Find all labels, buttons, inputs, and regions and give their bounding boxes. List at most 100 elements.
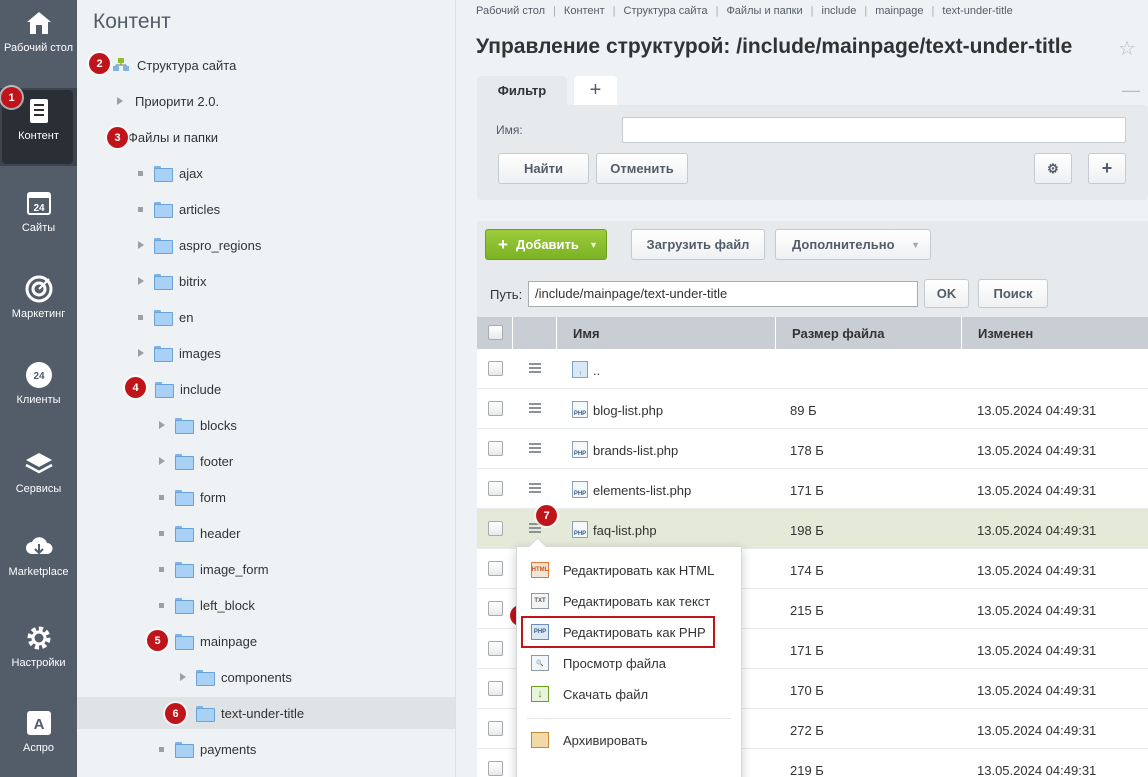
breadcrumb-item[interactable]: include <box>822 5 857 17</box>
breadcrumb-item[interactable]: Контент <box>564 5 605 17</box>
tree-item-bitrix[interactable]: bitrix <box>77 265 455 297</box>
table-row[interactable]: PHP blog-list.php 89 Б 13.05.2024 04:49:… <box>477 389 1148 429</box>
add-filter-tab-plus-icon[interactable]: + <box>574 76 617 105</box>
nav-item-clients[interactable]: 24 Клиенты <box>0 352 77 430</box>
tree-label: Приорити 2.0. <box>135 93 220 109</box>
tree-item-components[interactable]: components <box>77 661 455 693</box>
row-menu-icon[interactable] <box>529 523 541 533</box>
expand-arrow-icon[interactable] <box>138 241 144 249</box>
collapse-filter-minus-icon[interactable]: — <box>1122 80 1140 101</box>
tree-item-en[interactable]: en <box>77 301 455 333</box>
add-button[interactable]: + Добавить ▼ <box>485 229 607 260</box>
tree-item-priority[interactable]: Приорити 2.0. <box>77 85 455 117</box>
nav-item-aspro[interactable]: A Аспро <box>0 700 77 777</box>
row-checkbox[interactable] <box>488 521 503 536</box>
tree-label: ajax <box>179 165 203 181</box>
menu-edit-as-text[interactable]: TXT Редактировать как текст <box>517 587 741 615</box>
header-file-size[interactable]: Размер файла <box>776 317 962 349</box>
menu-edit-as-html[interactable]: HTML Редактировать как HTML <box>517 556 741 584</box>
expand-arrow-icon[interactable] <box>117 97 123 105</box>
expand-arrow-icon[interactable] <box>180 673 186 681</box>
table-row[interactable]: PHP brands-list.php 178 Б 13.05.2024 04:… <box>477 429 1148 469</box>
path-search-button[interactable]: Поиск <box>978 279 1048 308</box>
leaf-dot-icon <box>138 206 143 212</box>
row-checkbox[interactable] <box>488 361 503 376</box>
row-checkbox[interactable] <box>488 481 503 496</box>
tree-item-form[interactable]: form <box>77 481 455 513</box>
file-name[interactable]: blog-list.php <box>593 403 663 418</box>
folder-icon <box>175 418 194 434</box>
tree-item-aspro-regions[interactable]: aspro_regions <box>77 229 455 261</box>
file-name[interactable]: .. <box>593 363 600 378</box>
file-name[interactable]: elements-list.php <box>593 483 691 498</box>
row-menu-icon[interactable] <box>529 443 541 453</box>
tree-item-files-folders[interactable]: Файлы и папки <box>77 121 455 153</box>
tree-item-mainpage[interactable]: mainpage <box>77 625 455 657</box>
row-menu-icon[interactable] <box>529 363 541 373</box>
tree-item-blocks[interactable]: blocks <box>77 409 455 441</box>
path-ok-button[interactable]: OK <box>924 279 969 308</box>
breadcrumb-item[interactable]: Файлы и папки <box>726 5 802 17</box>
filter-name-input[interactable] <box>622 117 1126 143</box>
tree-item-ajax[interactable]: ajax <box>77 157 455 189</box>
file-name[interactable]: brands-list.php <box>593 443 678 458</box>
filter-settings-gear-icon[interactable]: ⚙ <box>1034 153 1072 184</box>
breadcrumb-item[interactable]: Рабочий стол <box>476 5 545 17</box>
row-checkbox[interactable] <box>488 641 503 656</box>
row-checkbox[interactable] <box>488 401 503 416</box>
favorite-star-icon[interactable]: ☆ <box>1118 36 1136 61</box>
step-badge: 5 <box>147 630 168 651</box>
file-size: 219 Б <box>790 763 824 777</box>
nav-item-marketing[interactable]: Маркетинг <box>0 266 77 344</box>
row-checkbox[interactable] <box>488 681 503 696</box>
row-menu-icon[interactable] <box>529 403 541 413</box>
tree-item-text-under-title[interactable]: text-under-title <box>77 697 455 729</box>
tree-label: components <box>221 669 292 685</box>
menu-edit-as-php[interactable]: PHP Редактировать как PHP <box>517 618 741 646</box>
nav-item-desktop[interactable]: Рабочий стол <box>0 0 77 78</box>
row-checkbox[interactable] <box>488 761 503 776</box>
breadcrumb-item[interactable]: text-under-title <box>942 5 1012 17</box>
table-row[interactable]: PHP elements-list.php 171 Б 13.05.2024 0… <box>477 469 1148 509</box>
upload-file-button[interactable]: Загрузить файл <box>631 229 765 260</box>
tree-item-left-block[interactable]: left_block <box>77 589 455 621</box>
menu-archive[interactable]: Архивировать <box>517 726 741 754</box>
tree-item-images[interactable]: images <box>77 337 455 369</box>
tree-item-header[interactable]: header <box>77 517 455 549</box>
header-name[interactable]: Имя <box>557 317 776 349</box>
row-checkbox[interactable] <box>488 721 503 736</box>
cancel-button[interactable]: Отменить <box>596 153 688 184</box>
expand-arrow-icon[interactable] <box>138 349 144 357</box>
nav-label: Аспро <box>22 742 55 754</box>
menu-download-file[interactable]: ↓ Скачать файл <box>517 680 741 708</box>
row-checkbox[interactable] <box>488 601 503 616</box>
expand-arrow-icon[interactable] <box>159 421 165 429</box>
nav-item-services[interactable]: Сервисы <box>0 441 77 519</box>
tab-filter[interactable]: Фильтр <box>477 76 567 105</box>
row-checkbox[interactable] <box>488 441 503 456</box>
row-checkbox[interactable] <box>488 561 503 576</box>
tree-item-payments[interactable]: payments <box>77 733 455 765</box>
tree-item-image-form[interactable]: image_form <box>77 553 455 585</box>
menu-view-file[interactable]: 🔍 Просмотр файла <box>517 649 741 677</box>
tree-item-articles[interactable]: articles <box>77 193 455 225</box>
table-row[interactable]: ↑ .. <box>477 349 1148 389</box>
select-all-checkbox[interactable] <box>488 325 503 340</box>
more-dropdown-button[interactable]: Дополнительно ▼ <box>775 229 931 260</box>
nav-item-sites[interactable]: 24 Сайты <box>0 180 77 258</box>
breadcrumb-item[interactable]: Структура сайта <box>624 5 708 17</box>
table-row[interactable]: PHP faq-list.php 198 Б 13.05.2024 04:49:… <box>477 509 1148 549</box>
file-name[interactable]: faq-list.php <box>593 523 657 538</box>
path-input[interactable]: /include/mainpage/text-under-title <box>528 281 918 307</box>
expand-arrow-icon[interactable] <box>159 457 165 465</box>
breadcrumb-item[interactable]: mainpage <box>875 5 923 17</box>
nav-item-settings[interactable]: Настройки <box>0 615 77 693</box>
nav-item-marketplace[interactable]: Marketplace <box>0 524 77 602</box>
find-button[interactable]: Найти <box>498 153 589 184</box>
header-modified[interactable]: Изменен <box>962 317 1148 349</box>
tree-item-footer[interactable]: footer <box>77 445 455 477</box>
row-menu-icon[interactable] <box>529 483 541 493</box>
add-filter-field-plus-icon[interactable]: + <box>1088 153 1126 184</box>
tree-item-site-structure[interactable]: Структура сайта <box>77 49 455 81</box>
expand-arrow-icon[interactable] <box>138 277 144 285</box>
